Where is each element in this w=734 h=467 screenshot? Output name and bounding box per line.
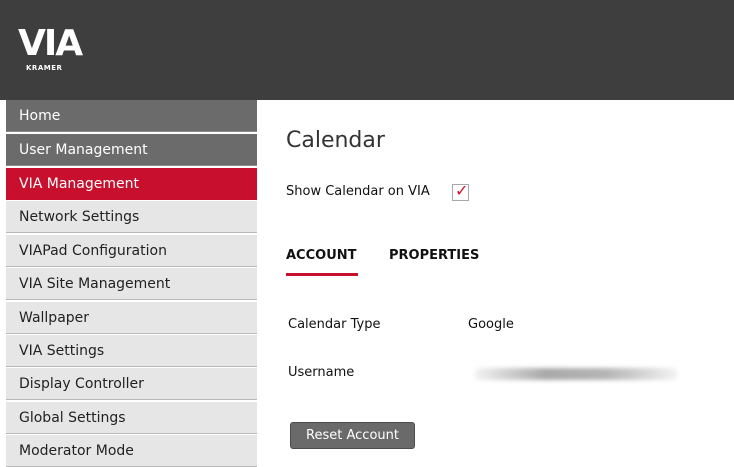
sidebar-nav: Home User Management VIA Management Netw…: [6, 100, 257, 467]
username-label: Username: [288, 365, 355, 380]
username-value-redacted: [474, 368, 678, 380]
calendar-type-label: Calendar Type: [288, 317, 381, 332]
show-calendar-checkbox[interactable]: ✓: [452, 181, 469, 201]
sidebar-item-home[interactable]: Home: [6, 100, 257, 132]
logo-text: VIA: [18, 23, 83, 64]
logo-subtext: KRAMER: [26, 64, 63, 72]
main-content: Calendar Show Calendar on VIA ✓ ACCOUNT …: [286, 100, 726, 461]
sidebar-item-via-management[interactable]: VIA Management: [6, 168, 257, 200]
active-tab-indicator: [286, 273, 358, 276]
sidebar-item-via-settings[interactable]: VIA Settings: [6, 335, 257, 367]
sidebar-item-display-controller[interactable]: Display Controller: [6, 368, 257, 400]
checkmark-icon: ✓: [455, 181, 469, 200]
sidebar-item-wallpaper[interactable]: Wallpaper: [6, 302, 257, 334]
sidebar-item-via-site-management[interactable]: VIA Site Management: [6, 268, 257, 300]
tab-account[interactable]: ACCOUNT: [286, 248, 357, 263]
sidebar-item-moderator-mode[interactable]: Moderator Mode: [6, 435, 257, 467]
reset-account-button[interactable]: Reset Account: [290, 422, 415, 449]
sidebar-item-global-settings[interactable]: Global Settings: [6, 402, 257, 434]
sidebar-item-network-settings[interactable]: Network Settings: [6, 201, 257, 233]
show-calendar-label: Show Calendar on VIA: [286, 184, 430, 199]
via-kramer-logo: VIA KRAMER: [18, 23, 83, 74]
calendar-type-value: Google: [468, 317, 514, 332]
top-header-bar: VIA KRAMER: [0, 0, 734, 100]
sidebar-item-user-management[interactable]: User Management: [6, 134, 257, 166]
page-title: Calendar: [286, 128, 385, 153]
sidebar-item-viapad-configuration[interactable]: VIAPad Configuration: [6, 235, 257, 267]
tab-properties[interactable]: PROPERTIES: [389, 248, 479, 263]
